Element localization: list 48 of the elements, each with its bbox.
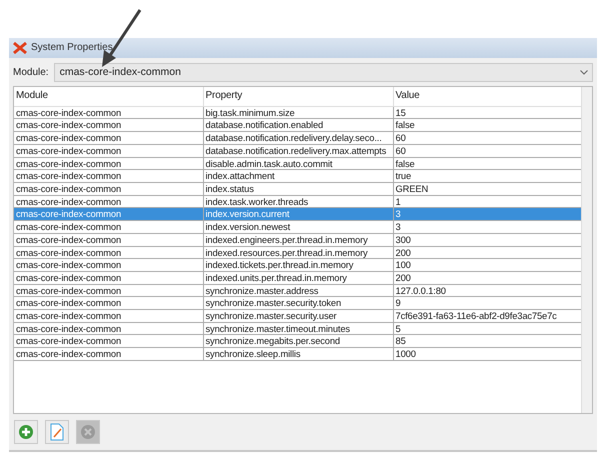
edit-document-icon bbox=[49, 423, 65, 441]
table-cell[interactable]: indexed.engineers.per.thread.in.memory bbox=[203, 233, 393, 246]
table-cell[interactable]: cmas-core-index-common bbox=[14, 246, 203, 259]
table-cell[interactable]: cmas-core-index-common bbox=[14, 157, 203, 170]
table-cell[interactable]: index.attachment bbox=[203, 170, 393, 182]
table-cell[interactable]: cmas-core-index-common bbox=[14, 182, 203, 196]
table-cell[interactable]: indexed.tickets.per.thread.in.memory bbox=[203, 258, 393, 272]
table-cell[interactable]: synchronize.master.timeout.minutes bbox=[203, 322, 393, 335]
scrollbar[interactable] bbox=[581, 86, 592, 413]
table-cell[interactable]: cmas-core-index-common bbox=[14, 322, 203, 335]
module-label: Module: bbox=[13, 66, 49, 78]
table-cell[interactable]: cmas-core-index-common bbox=[14, 284, 203, 297]
caret-icon bbox=[580, 70, 588, 75]
table-cell[interactable]: index.version.newest bbox=[203, 220, 393, 234]
table-cell[interactable]: database.notification.redelivery.delay.seco... bbox=[203, 132, 393, 144]
table-cell[interactable]: cmas-core-index-common bbox=[14, 118, 203, 132]
table-cell[interactable]: cmas-core-index-common bbox=[14, 106, 203, 119]
table-cell[interactable]: cmas-core-index-common bbox=[14, 310, 203, 322]
table-cell[interactable]: synchronize.megabits.per.second bbox=[203, 334, 393, 348]
table-cell[interactable]: database.notification.redelivery.max.attempts bbox=[203, 144, 393, 158]
module-dropdown[interactable]: cmas-core-index-common bbox=[54, 62, 593, 82]
table-cell[interactable]: cmas-core-index-common bbox=[14, 348, 203, 360]
table-cell[interactable]: cmas-core-index-common bbox=[14, 296, 203, 310]
add-button[interactable] bbox=[14, 420, 38, 444]
table-cell[interactable]: synchronize.master.address bbox=[203, 284, 393, 297]
table-cell[interactable]: disable.admin.task.auto.commit bbox=[203, 157, 393, 170]
column-header[interactable]: Module bbox=[14, 86, 203, 106]
plus-icon bbox=[18, 424, 34, 440]
table-cell[interactable]: big.task.minimum.size bbox=[203, 106, 393, 119]
table-cell[interactable]: cmas-core-index-common bbox=[14, 334, 203, 348]
column-header[interactable]: Property bbox=[203, 86, 393, 106]
window-title: System Properties bbox=[31, 42, 113, 54]
table-cell[interactable]: cmas-core-index-common bbox=[14, 271, 203, 284]
table-cell[interactable]: cmas-core-index-common bbox=[14, 132, 203, 144]
table-cell[interactable]: indexed.units.per.thread.in.memory bbox=[203, 271, 393, 284]
table-cell[interactable]: database.notification.enabled bbox=[203, 118, 393, 132]
table-cell[interactable]: cmas-core-index-common bbox=[14, 258, 203, 272]
edit-button[interactable] bbox=[45, 420, 69, 444]
table-cell[interactable]: index.status bbox=[203, 182, 393, 196]
table-cell[interactable]: synchronize.master.security.user bbox=[203, 310, 393, 322]
table-cell[interactable]: synchronize.master.security.token bbox=[203, 296, 393, 310]
table-cell[interactable]: cmas-core-index-common bbox=[14, 170, 203, 182]
table-cell[interactable]: cmas-core-index-common bbox=[14, 220, 203, 234]
table-cell[interactable]: cmas-core-index-common bbox=[14, 233, 203, 246]
table-cell[interactable]: cmas-core-index-common bbox=[14, 144, 203, 158]
delete-icon bbox=[80, 424, 96, 440]
table-cell[interactable]: synchronize.sleep.millis bbox=[203, 348, 393, 360]
table-cell[interactable]: indexed.resources.per.thread.in.memory bbox=[203, 246, 393, 259]
